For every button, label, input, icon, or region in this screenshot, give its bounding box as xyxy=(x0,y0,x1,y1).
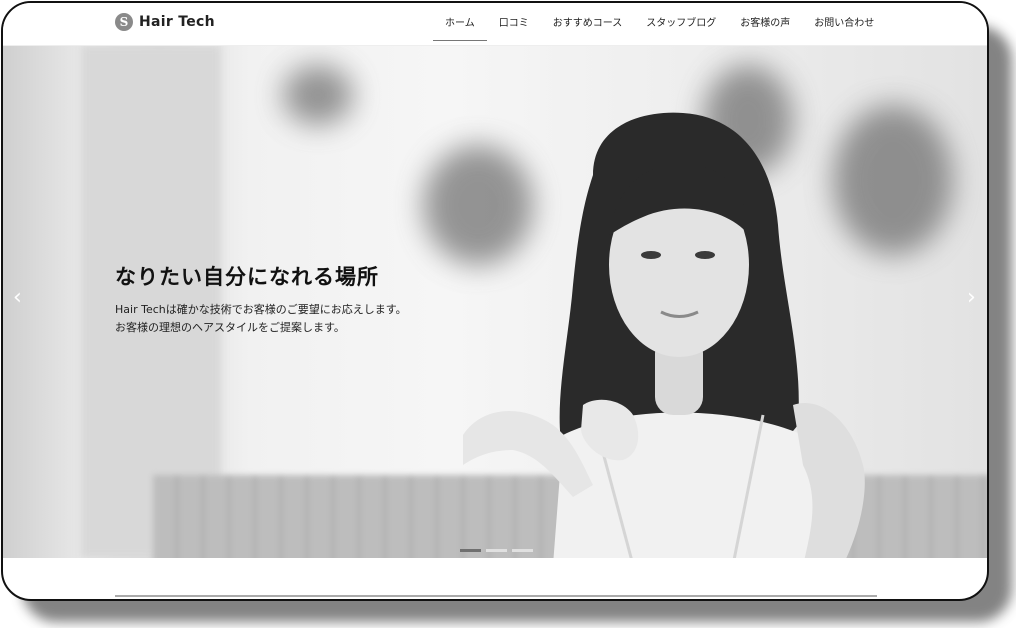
nav-item-contact[interactable]: お問い合わせ xyxy=(802,3,886,45)
s-circle-icon: S xyxy=(115,13,133,31)
slider-dot-3[interactable] xyxy=(512,549,533,552)
background-plant xyxy=(283,65,353,125)
slider-pagination xyxy=(460,549,533,552)
slider-dot-1[interactable] xyxy=(460,549,481,552)
hero-copy: なりたい自分になれる場所 Hair Techは確かな技術でお客様のご要望にお応え… xyxy=(115,261,407,337)
hero-description: Hair Techは確かな技術でお客様のご要望にお応えします。 お客様の理想のヘ… xyxy=(115,301,407,337)
browser-frame: S Hair Tech ホーム 口コミ おすすめコース スタッフブログ お客様の… xyxy=(1,1,989,601)
nav-item-customer-voice[interactable]: お客様の声 xyxy=(728,3,802,45)
brand-name: Hair Tech xyxy=(139,14,215,30)
slider-dot-2[interactable] xyxy=(486,549,507,552)
nav-item-home[interactable]: ホーム xyxy=(433,3,487,41)
nav-item-courses[interactable]: おすすめコース xyxy=(541,3,635,45)
hero-description-line-2: お客様の理想のヘアスタイルをご提案します。 xyxy=(115,321,345,334)
hero-title: なりたい自分になれる場所 xyxy=(115,265,379,289)
chevron-left-icon[interactable]: ‹ xyxy=(13,285,22,310)
hero-slider: なりたい自分になれる場所 Hair Techは確かな技術でお客様のご要望にお応え… xyxy=(3,45,987,558)
chevron-right-icon[interactable]: › xyxy=(967,285,976,310)
nav-item-reviews[interactable]: 口コミ xyxy=(487,3,541,45)
section-divider xyxy=(115,595,877,597)
site-header: S Hair Tech ホーム 口コミ おすすめコース スタッフブログ お客様の… xyxy=(3,3,987,46)
nav-item-staff-blog[interactable]: スタッフブログ xyxy=(634,3,728,45)
site-logo[interactable]: S Hair Tech xyxy=(115,13,215,31)
hero-photo-woman xyxy=(463,112,865,558)
hero-description-line-1: Hair Techは確かな技術でお客様のご要望にお応えします。 xyxy=(115,303,407,316)
main-nav: ホーム 口コミ おすすめコース スタッフブログ お客様の声 お問い合わせ xyxy=(433,3,886,45)
